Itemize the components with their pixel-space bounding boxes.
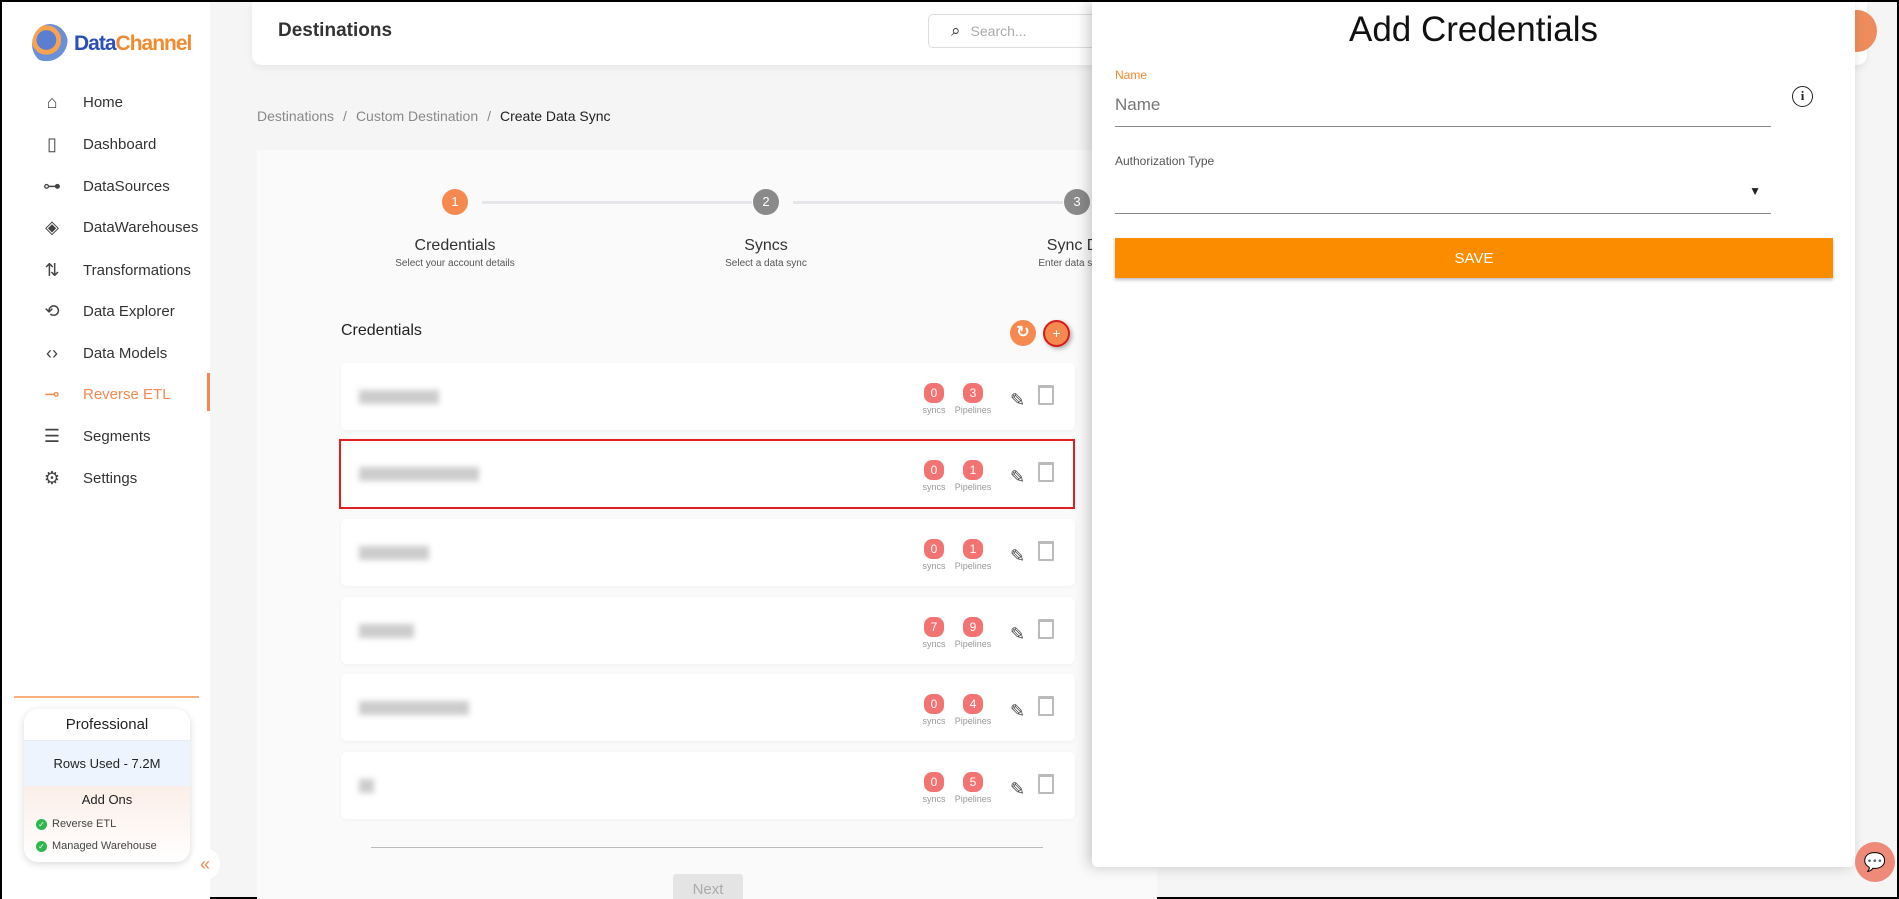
info-icon[interactable]: i — [1792, 86, 1813, 107]
syncs-count: 0 — [924, 694, 944, 714]
refresh-icon: ↻ — [1016, 324, 1030, 341]
trash-icon[interactable] — [1038, 541, 1054, 561]
divider — [14, 696, 199, 698]
credential-name-redacted — [359, 701, 469, 715]
logo-icon — [32, 24, 68, 64]
transform-icon: ⇅ — [44, 259, 60, 280]
add-credentials-panel: Add Credentials Name i Authorization Typ… — [1092, 2, 1855, 867]
step-3-indicator: 3 — [1064, 189, 1090, 215]
reverse-etl-icon: ⊸ — [44, 383, 60, 404]
datasources-icon: ⊶ — [43, 175, 61, 196]
search-icon: ⌕ — [951, 21, 961, 40]
breadcrumb-current: Create Data Sync — [500, 108, 611, 124]
sidebar: DataChannel ⌂ Home ▯ Dashboard ⊶ DataSources ◈… — [2, 2, 210, 899]
data-models-icon: ‹› — [46, 342, 58, 363]
dashboard-icon: ▯ — [47, 133, 57, 154]
trash-icon[interactable] — [1038, 696, 1054, 716]
dropdown-arrow-icon: ▼ — [1749, 184, 1761, 198]
syncs-count: 7 — [924, 617, 944, 637]
sidebar-item-data-models[interactable]: ‹› Data Models — [2, 336, 210, 370]
syncs-count: 0 — [924, 539, 944, 559]
trash-icon[interactable] — [1038, 774, 1054, 794]
chat-icon: 💬 — [1863, 852, 1887, 872]
breadcrumb-custom-destination[interactable]: Custom Destination — [356, 108, 478, 124]
authorization-type-label: Authorization Type — [1115, 154, 1215, 168]
logo[interactable]: DataChannel — [32, 24, 192, 64]
credential-name-redacted — [359, 779, 374, 793]
credential-row[interactable]: 0 syncs 3 Pipelines ✎ — [341, 363, 1075, 430]
breadcrumb: Destinations / Custom Destination / Crea… — [257, 108, 611, 124]
credential-row[interactable]: 0 syncs 4 Pipelines ✎ — [341, 674, 1075, 741]
layers-icon: ◈ — [45, 216, 59, 237]
edit-icon[interactable]: ✎ — [1010, 390, 1025, 411]
credential-row[interactable]: 7 syncs 9 Pipelines ✎ — [341, 597, 1075, 664]
trash-icon[interactable] — [1038, 385, 1054, 405]
sidebar-item-settings[interactable]: ⚙ Settings — [2, 461, 210, 495]
explorer-icon: ⟲ — [44, 300, 60, 321]
addon-managed-warehouse: ✓ Managed Warehouse — [24, 835, 190, 857]
divider — [371, 847, 1043, 848]
pipelines-count: 5 — [963, 772, 983, 792]
sidebar-item-datawarehouses[interactable]: ◈ DataWarehouses — [2, 210, 210, 244]
step-1-sub: Select your account details — [395, 258, 515, 269]
sidebar-item-dashboard[interactable]: ▯ Dashboard — [2, 127, 210, 161]
page-title: Destinations — [278, 20, 393, 41]
chat-button[interactable]: 💬 — [1855, 842, 1895, 882]
authorization-type-select[interactable]: ▼ — [1115, 174, 1771, 214]
segments-icon: ☰ — [43, 425, 61, 446]
credential-row[interactable]: 0 syncs 5 Pipelines ✎ — [341, 752, 1075, 819]
step-2-sub: Select a data sync — [725, 258, 807, 269]
step-2-indicator: 2 — [753, 189, 779, 215]
trash-icon[interactable] — [1038, 619, 1054, 639]
breadcrumb-destinations[interactable]: Destinations — [257, 108, 334, 124]
home-icon: ⌂ — [46, 91, 58, 112]
credential-row[interactable]: 0 syncs 1 Pipelines ✎ — [341, 519, 1075, 586]
save-button[interactable]: SAVE — [1115, 238, 1833, 278]
check-icon: ✓ — [36, 818, 47, 830]
syncs-count: 0 — [924, 772, 944, 792]
credential-name-redacted — [359, 546, 429, 560]
edit-icon[interactable]: ✎ — [1010, 779, 1025, 800]
sidebar-item-transformations[interactable]: ⇅ Transformations — [2, 253, 210, 287]
check-icon: ✓ — [36, 840, 47, 852]
sidebar-item-reverse-etl[interactable]: ⊸ Reverse ETL — [2, 373, 210, 411]
sidebar-item-segments[interactable]: ☰ Segments — [2, 419, 210, 453]
addon-reverse-etl: ✓ Reverse ETL — [24, 813, 190, 835]
gear-icon: ⚙ — [43, 467, 61, 488]
edit-icon[interactable]: ✎ — [1010, 624, 1025, 645]
panel-title: Add Credentials — [1348, 10, 1599, 49]
step-1-label: Credentials — [414, 237, 496, 254]
credential-name-redacted — [359, 390, 439, 404]
credentials-heading: Credentials — [341, 322, 422, 339]
sidebar-item-home[interactable]: ⌂ Home — [2, 85, 210, 119]
plus-icon: + — [1052, 325, 1061, 341]
highlight-box — [339, 439, 1075, 509]
sidebar-item-datasources[interactable]: ⊶ DataSources — [2, 169, 210, 203]
refresh-button[interactable]: ↻ — [1010, 320, 1036, 346]
credential-name-redacted — [359, 624, 414, 638]
step-1-indicator: 1 — [442, 189, 468, 215]
next-button[interactable]: Next — [673, 874, 743, 899]
edit-icon[interactable]: ✎ — [1010, 701, 1025, 722]
step-2-label: Syncs — [744, 237, 788, 254]
pipelines-count: 3 — [963, 383, 983, 403]
pipelines-count: 1 — [963, 539, 983, 559]
add-credential-button[interactable]: + — [1043, 320, 1070, 347]
pipelines-count: 4 — [963, 694, 983, 714]
plan-card: Professional Rows Used - 7.2M Add Ons ✓ R… — [24, 709, 190, 862]
edit-icon[interactable]: ✎ — [1010, 546, 1025, 567]
pipelines-count: 9 — [963, 617, 983, 637]
collapse-sidebar-button[interactable]: « — [190, 848, 220, 880]
sidebar-item-data-explorer[interactable]: ⟲ Data Explorer — [2, 294, 210, 328]
syncs-count: 0 — [924, 383, 944, 403]
name-label: Name — [1115, 68, 1148, 82]
name-input[interactable] — [1115, 90, 1771, 120]
